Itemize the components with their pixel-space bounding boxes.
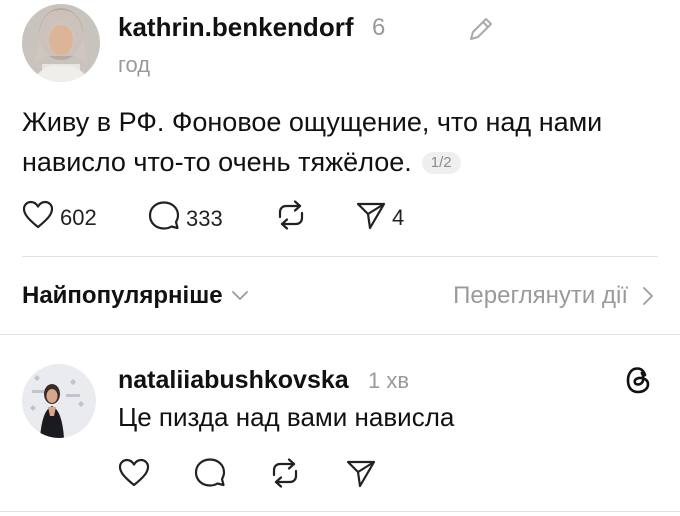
post-username[interactable]: kathrin.benkendorf [118,12,353,43]
post-time-unit: год [118,52,151,77]
avatar[interactable] [22,364,96,438]
post: kathrin.benkendorf 6 год Живу в РФ. Фоно… [0,0,680,250]
repost-icon [274,200,308,235]
pencil-icon[interactable] [466,14,496,44]
reply-username[interactable]: nataliiabushkovska [118,366,349,395]
divider [22,256,658,257]
repost-button[interactable] [274,200,308,235]
chevron-right-icon [642,286,654,306]
heart-icon [118,458,150,493]
like-count: 602 [60,204,97,230]
repost-icon [268,458,302,493]
chevron-down-icon [231,290,249,302]
reply-repost-button[interactable] [268,458,302,493]
reply-comment-button[interactable] [194,457,226,494]
comment-icon [148,200,180,237]
divider [0,511,680,512]
page-indicator-badge[interactable]: 1/2 [421,152,461,174]
view-activity-link[interactable]: Переглянути дії [453,282,654,310]
sort-label: Найпопулярніше [22,282,223,309]
threads-logo-icon[interactable] [622,364,654,396]
send-icon [346,458,376,493]
reply-like-button[interactable] [118,458,150,493]
post-text: Живу в РФ. Фоновое ощущение, что над нам… [22,102,652,182]
reply-time: 1 хв [368,368,410,393]
comment-button[interactable]: 333 [148,200,223,237]
reply-text: Це пизда над вами нависла [118,402,455,432]
comment-count: 333 [186,205,223,231]
comment-icon [194,457,226,494]
view-activity-label: Переглянути дії [453,282,628,309]
heart-icon [22,200,54,235]
avatar[interactable] [22,4,100,82]
like-button[interactable]: 602 [22,200,97,235]
sort-dropdown[interactable]: Найпопулярніше [22,282,249,310]
post-time-number: 6 [372,14,386,41]
post-body: Живу в РФ. Фоновое ощущение, что над нам… [22,107,603,177]
share-count: 4 [392,204,405,230]
share-button[interactable]: 4 [356,200,404,235]
divider [0,334,680,335]
send-icon [356,200,386,235]
reply-share-button[interactable] [346,458,376,493]
